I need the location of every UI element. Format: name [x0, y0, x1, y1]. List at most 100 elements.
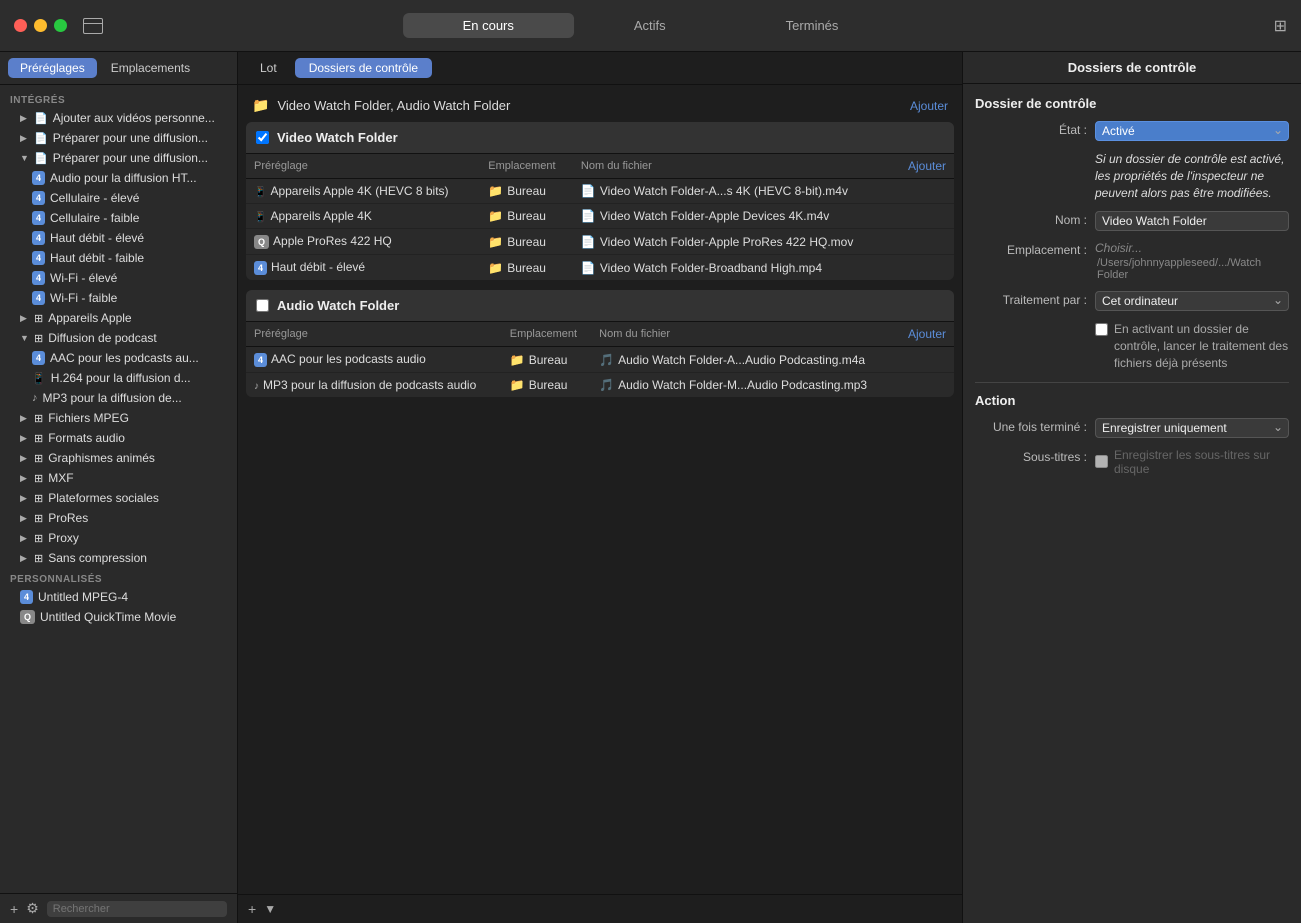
chevron-right-icon: ▶ [20, 553, 30, 564]
etat-note-row: Si un dossier de contrôle est activé, le… [975, 151, 1289, 201]
fullscreen-button[interactable] [54, 19, 67, 32]
sidebar-item-untitled-qt[interactable]: Q Untitled QuickTime Movie [0, 607, 237, 627]
folder-icon: 📁 [252, 97, 269, 114]
chevron-right-icon: ▶ [20, 433, 30, 444]
traitement-select-wrapper: Cet ordinateur [1095, 291, 1289, 311]
sidebar-item-untitled-mpeg[interactable]: 4 Untitled MPEG-4 [0, 587, 237, 607]
tab-lot[interactable]: Lot [246, 58, 291, 78]
folder-icon: 📁 [488, 184, 503, 198]
folder-icon: 📁 [488, 261, 503, 275]
sidebar-item-formats-audio[interactable]: ▶ ⊞ Formats audio [0, 428, 237, 448]
etat-field-row: État : Activé Désactivé [975, 121, 1289, 141]
nom-input[interactable] [1095, 211, 1289, 231]
add-video-row-link[interactable]: Ajouter [908, 159, 946, 173]
sous-titres-value: Enregistrer les sous-titres sur disque [1114, 448, 1289, 476]
gear-button[interactable]: ⚙ [26, 900, 39, 917]
tab-emplacements[interactable]: Emplacements [99, 58, 202, 78]
sidebar-item-graphismes[interactable]: ▶ ⊞ Graphismes animés [0, 448, 237, 468]
dropdown-icon: ▼ [264, 902, 276, 916]
sous-titres-field-row: Sous-titres : Enregistrer les sous-titre… [975, 448, 1289, 476]
file-icon: 📄 [581, 261, 596, 275]
sidebar-item-haut-debit-eleve[interactable]: 4 Haut débit - élevé [0, 228, 237, 248]
emplacement-label: Emplacement : [975, 241, 1095, 257]
sidebar-item-wifi-faible[interactable]: 4 Wi-Fi - faible [0, 288, 237, 308]
sidebar-item-cellulaire-faible[interactable]: 4 Cellulaire - faible [0, 208, 237, 228]
sidebar-item-plateformes[interactable]: ▶ ⊞ Plateformes sociales [0, 488, 237, 508]
traitement-label: Traitement par : [975, 291, 1095, 307]
doc-icon: 📄 [34, 152, 48, 165]
add-group-button[interactable]: + [248, 901, 256, 917]
section-personnalises: PERSONNALISÉS [0, 568, 237, 587]
table-row[interactable]: 4Haut débit - élevé 📁Bureau 📄Video Watch… [246, 255, 954, 281]
folder-icon: 📁 [510, 353, 525, 367]
search-input[interactable] [47, 901, 227, 917]
col-add: Ajouter [896, 322, 954, 347]
add-audio-row-link[interactable]: Ajouter [908, 327, 946, 341]
sidebar: Préréglages Emplacements INTÉGRÉS ▶ 📄 Aj… [0, 52, 238, 923]
etat-note: Si un dossier de contrôle est activé, le… [1095, 151, 1289, 201]
etat-select[interactable]: Activé Désactivé [1095, 121, 1289, 141]
close-button[interactable] [14, 19, 27, 32]
traitement-field-row: Traitement par : Cet ordinateur [975, 291, 1289, 311]
doc-icon: 📄 [34, 112, 48, 125]
middle-tabs: Lot Dossiers de contrôle [238, 52, 962, 85]
add-button[interactable]: + [10, 901, 18, 917]
sidebar-item-preparer2[interactable]: ▼ 📄 Préparer pour une diffusion... [0, 148, 237, 168]
etat-select-wrapper: Activé Désactivé [1095, 121, 1289, 141]
tab-prereglages[interactable]: Préréglages [8, 58, 97, 78]
folder-icon: 📁 [510, 378, 525, 392]
minimize-button[interactable] [34, 19, 47, 32]
phone-icon: 📱 [32, 372, 46, 385]
video-watch-checkbox[interactable] [256, 131, 269, 144]
sidebar-item-aac-podcast[interactable]: 4 AAC pour les podcasts au... [0, 348, 237, 368]
settings-icon[interactable]: ⊞ [1274, 16, 1287, 36]
traitement-checkbox[interactable] [1095, 323, 1108, 336]
tab-dossiers-controle[interactable]: Dossiers de contrôle [295, 58, 432, 78]
table-row[interactable]: 4AAC pour les podcasts audio 📁Bureau 🎵Au… [246, 347, 954, 373]
une-fois-select[interactable]: Enregistrer uniquement [1095, 418, 1289, 438]
sidebar-item-wifi-eleve[interactable]: 4 Wi-Fi - élevé [0, 268, 237, 288]
audio-watch-header: Audio Watch Folder [246, 290, 954, 322]
folder-icon: 📁 [488, 235, 503, 249]
sidebar-item-proxy[interactable]: ▶ ⊞ Choisir... Proxy [0, 528, 237, 548]
sidebar-item-appareils-apple[interactable]: ▶ ⊞ Appareils Apple [0, 308, 237, 328]
sidebar-item-diffusion-podcast[interactable]: ▼ ⊞ Diffusion de podcast [0, 328, 237, 348]
sidebar-item-haut-debit-faible[interactable]: 4 Haut débit - faible [0, 248, 237, 268]
emplacement-chooser[interactable]: Choisir... [1095, 241, 1289, 255]
traitement-select[interactable]: Cet ordinateur [1095, 291, 1289, 311]
sidebar-item-audio-ht[interactable]: 4 Audio pour la diffusion HT... [0, 168, 237, 188]
table-row[interactable]: ♪MP3 pour la diffusion de podcasts audio… [246, 373, 954, 398]
group-header: Video Watch Folder, Audio Watch Folder [277, 98, 910, 113]
sidebar-item-ajouter[interactable]: ▶ 📄 Ajouter aux vidéos personne... [0, 108, 237, 128]
table-row[interactable]: 📱Appareils Apple 4K (HEVC 8 bits) 📁Burea… [246, 179, 954, 204]
file-icon: 🎵 [599, 353, 614, 367]
table-row[interactable]: QApple ProRes 422 HQ 📁Bureau 📄Video Watc… [246, 229, 954, 255]
chevron-right-icon: ▶ [20, 533, 30, 544]
sidebar-item-prores[interactable]: ▶ ⊞ ProRes [0, 508, 237, 528]
main-layout: Préréglages Emplacements INTÉGRÉS ▶ 📄 Aj… [0, 52, 1301, 923]
group-icon: ⊞ [34, 412, 43, 425]
tab-en-cours[interactable]: En cours [403, 13, 574, 38]
tab-termines[interactable]: Terminés [726, 13, 899, 38]
add-group-link[interactable]: Ajouter [910, 99, 948, 113]
nom-label: Nom : [975, 211, 1095, 227]
tab-bar: En cours Actifs Terminés [403, 13, 899, 38]
sidebar-item-h264[interactable]: 📱 H.264 pour la diffusion d... [0, 368, 237, 388]
table-row[interactable]: 📱Appareils Apple 4K 📁Bureau 📄Video Watch… [246, 204, 954, 229]
sous-titres-checkbox[interactable] [1095, 455, 1108, 468]
middle-panel: Lot Dossiers de contrôle 📁 Video Watch F… [238, 52, 963, 923]
sidebar-item-mp3[interactable]: ♪ MP3 pour la diffusion de... [0, 388, 237, 408]
col-emplacement: Emplacement [502, 322, 591, 347]
action-section-title: Action [975, 393, 1289, 408]
tab-actifs[interactable]: Actifs [574, 13, 726, 38]
sidebar-item-preparer1[interactable]: ▶ 📄 Préparer pour une diffusion... [0, 128, 237, 148]
une-fois-select-wrapper: Enregistrer uniquement [1095, 418, 1289, 438]
audio-watch-checkbox[interactable] [256, 299, 269, 312]
group-icon: ⊞ [34, 472, 43, 485]
group-icon: ⊞ [34, 432, 43, 445]
sidebar-item-cellulaire-eleve[interactable]: 4 Cellulaire - élevé [0, 188, 237, 208]
sidebar-item-mxf[interactable]: ▶ ⊞ MXF [0, 468, 237, 488]
sidebar-item-sans-compression[interactable]: ▶ ⊞ Sans compression [0, 548, 237, 568]
chevron-right-icon: ▶ [20, 313, 30, 324]
sidebar-item-fichiers-mpeg[interactable]: ▶ ⊞ Fichiers MPEG [0, 408, 237, 428]
